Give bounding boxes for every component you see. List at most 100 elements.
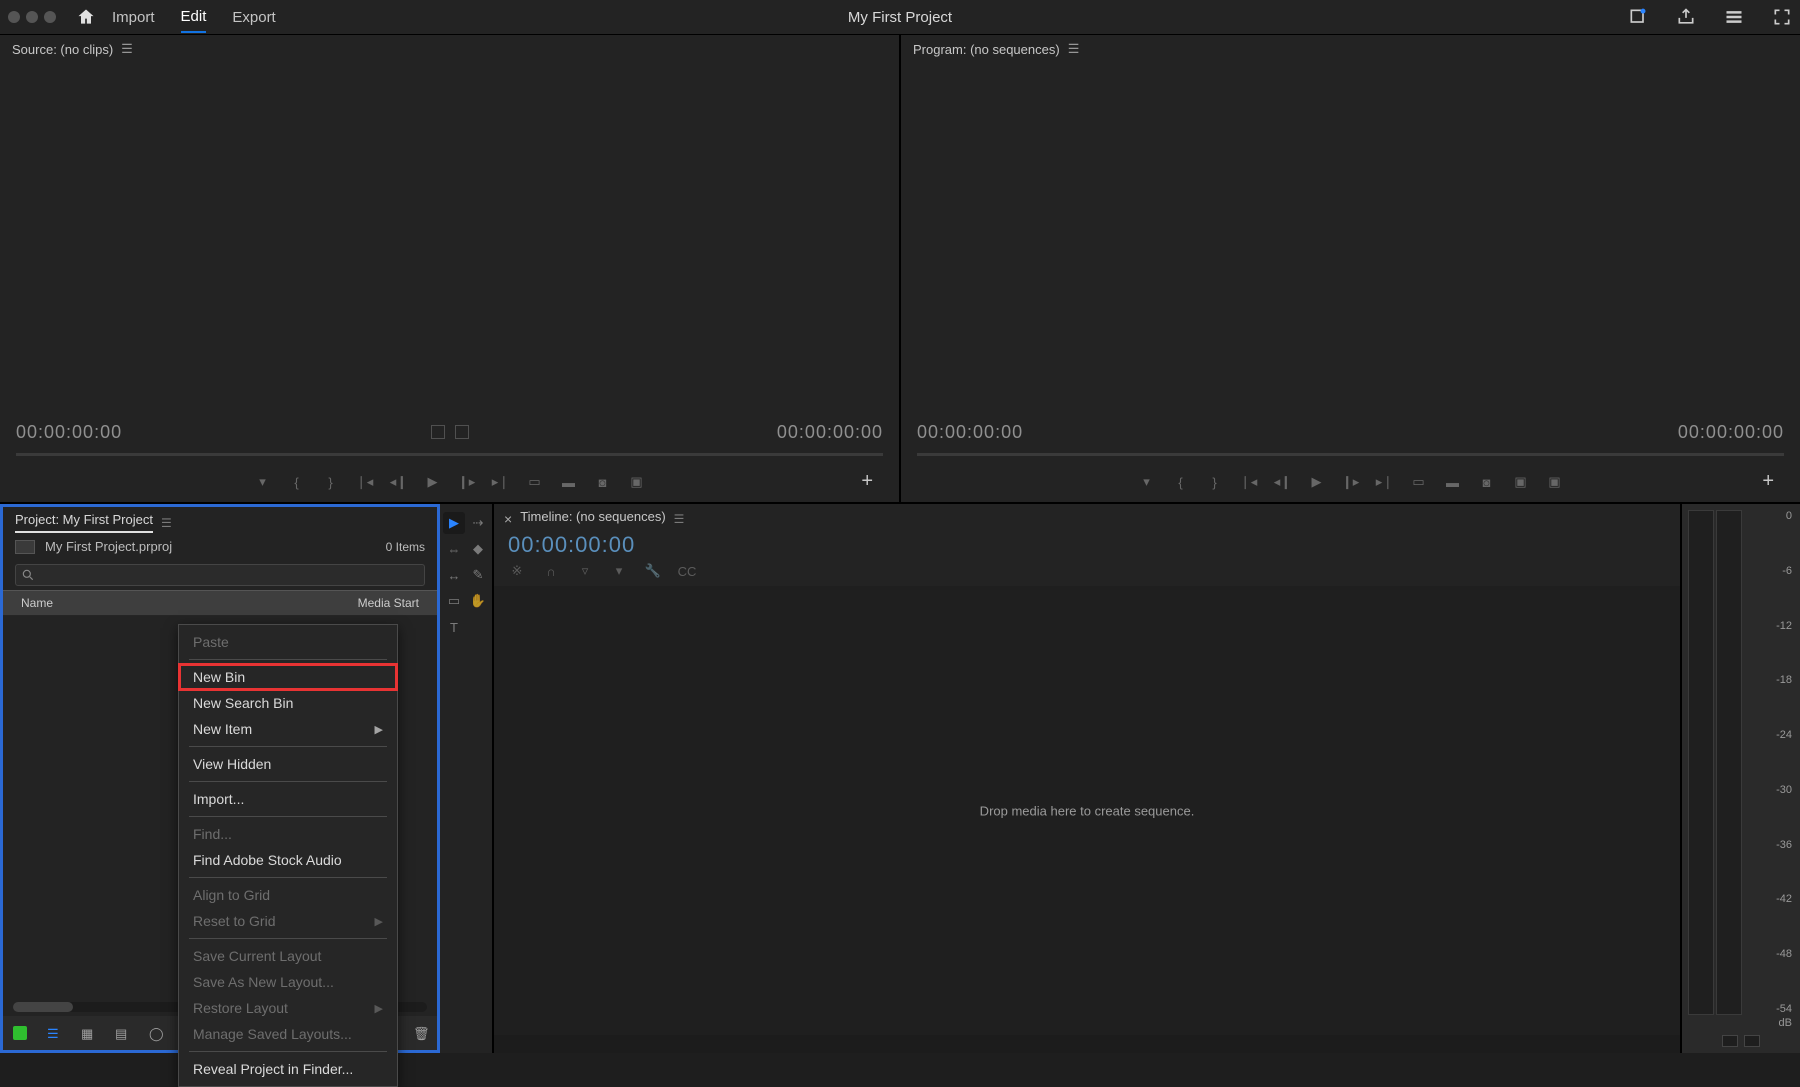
writable-icon[interactable] (13, 1026, 27, 1040)
go-out-icon[interactable]: ▸❘ (1377, 474, 1393, 490)
button-editor-icon[interactable]: + (861, 470, 873, 493)
program-preview (901, 61, 1800, 418)
items-count: 0 Items (386, 540, 425, 554)
add-marker-icon[interactable]: ▾ (255, 474, 271, 490)
play-icon[interactable]: ▶ (425, 474, 441, 490)
quick-export-icon[interactable] (1628, 7, 1648, 27)
linked-selection-icon[interactable]: ∩ (542, 562, 560, 580)
go-out-icon[interactable]: ▸❘ (493, 474, 509, 490)
rolling-edit-tool-icon[interactable]: ◆ (467, 538, 489, 560)
export-frame-icon[interactable]: ◙ (595, 474, 611, 490)
ripple-edit-tool-icon[interactable]: ⇔ (443, 538, 465, 560)
panel-menu-icon[interactable]: ☰ (121, 41, 133, 57)
pen-tool-icon[interactable]: ✎ (467, 564, 489, 586)
panel-menu-icon[interactable]: ☰ (674, 512, 685, 526)
step-fwd-icon[interactable]: ❙▸ (1343, 474, 1359, 490)
safe-margins-icon[interactable]: ▣ (629, 474, 645, 490)
timeline-tab[interactable]: Timeline: (no sequences) (520, 509, 665, 528)
extract-icon[interactable]: ▬ (1445, 474, 1461, 490)
project-file-icon (15, 540, 35, 554)
nav-export[interactable]: Export (232, 3, 275, 32)
zoom-window[interactable] (44, 11, 56, 23)
safe-margins-icon[interactable]: ▣ (1547, 474, 1563, 490)
col-name[interactable]: Name (21, 596, 53, 610)
mark-in-icon[interactable]: { (289, 474, 305, 490)
top-bar: Import Edit Export My First Project (0, 0, 1800, 34)
overwrite-icon[interactable]: ▬ (561, 474, 577, 490)
program-scrub[interactable] (917, 453, 1784, 456)
rectangle-tool-icon[interactable]: ▭ (443, 590, 465, 612)
chevron-right-icon: ▶ (375, 915, 383, 928)
window-traffic-lights (8, 11, 56, 23)
nav-edit[interactable]: Edit (181, 2, 207, 33)
selection-tool-icon[interactable]: ▶ (443, 512, 465, 534)
type-tool-icon[interactable]: T (443, 616, 465, 638)
menu-find-stock-audio[interactable]: Find Adobe Stock Audio (179, 847, 397, 873)
icon-view-icon[interactable]: ▦ (81, 1026, 95, 1040)
program-monitor: Program: (no sequences) ☰ 00:00:00:00 00… (901, 35, 1800, 502)
home-icon[interactable] (76, 7, 96, 27)
add-marker-icon[interactable]: ▾ (1139, 474, 1155, 490)
snap-icon[interactable]: ※ (508, 562, 526, 580)
source-scrub[interactable] (16, 453, 883, 456)
hand-tool-icon[interactable]: ✋ (467, 590, 489, 612)
mark-out-icon[interactable]: } (1207, 474, 1223, 490)
go-in-icon[interactable]: ❘◂ (1241, 474, 1257, 490)
timeline-timecode[interactable]: 00:00:00:00 (494, 528, 1680, 562)
export-frame-icon[interactable]: ◙ (1479, 474, 1495, 490)
timeline-body[interactable]: Drop media here to create sequence. (494, 586, 1680, 1035)
button-editor-icon[interactable]: + (1762, 470, 1774, 493)
list-view-icon[interactable]: ☰ (47, 1026, 61, 1040)
insert-icon[interactable]: ▭ (527, 474, 543, 490)
project-tab[interactable]: Project: My First Project (15, 512, 153, 533)
play-icon[interactable]: ▶ (1309, 474, 1325, 490)
share-icon[interactable] (1676, 7, 1696, 27)
step-back-icon[interactable]: ◂❙ (391, 474, 407, 490)
close-window[interactable] (8, 11, 20, 23)
zoom-slider-icon[interactable]: ◯ (149, 1026, 163, 1040)
menu-new-bin[interactable]: New Bin (179, 664, 397, 690)
menu-reveal-finder[interactable]: Reveal Project in Finder... (179, 1056, 397, 1082)
menu-view-hidden[interactable]: View Hidden (179, 751, 397, 777)
solo-left-icon[interactable] (1722, 1035, 1738, 1047)
freeform-view-icon[interactable]: ▤ (115, 1026, 129, 1040)
source-monitor: Source: (no clips) ☰ 00:00:00:00 00:00:0… (0, 35, 901, 502)
project-title: My First Project (848, 9, 952, 26)
step-back-icon[interactable]: ◂❙ (1275, 474, 1291, 490)
close-tab-icon[interactable]: × (504, 511, 512, 527)
resolution-icon[interactable] (455, 425, 469, 439)
timeline-marker-icon[interactable]: ▾ (610, 562, 628, 580)
lift-icon[interactable]: ▭ (1411, 474, 1427, 490)
menu-import[interactable]: Import... (179, 786, 397, 812)
panel-menu-icon[interactable]: ☰ (1068, 41, 1080, 57)
project-file-name: My First Project.prproj (45, 539, 172, 554)
menu-new-search-bin[interactable]: New Search Bin (179, 690, 397, 716)
panel-menu-icon[interactable]: ☰ (161, 516, 172, 530)
mark-out-icon[interactable]: } (323, 474, 339, 490)
fit-icon[interactable] (431, 425, 445, 439)
nav-import[interactable]: Import (112, 3, 155, 32)
track-select-tool-icon[interactable]: ⇢ (467, 512, 489, 534)
audio-meter-panel: 0-6-12-18-24-30-36-42-48-54 dB (1680, 504, 1800, 1053)
solo-right-icon[interactable] (1744, 1035, 1760, 1047)
project-search-input[interactable] (15, 564, 425, 586)
comparison-view-icon[interactable]: ▣ (1513, 474, 1529, 490)
workspace-nav: Import Edit Export (112, 2, 276, 33)
settings-wrench-icon[interactable]: 🔧 (644, 562, 662, 580)
source-preview (0, 61, 899, 418)
minimize-window[interactable] (26, 11, 38, 23)
captions-icon[interactable]: CC (678, 562, 696, 580)
meter-db-label: dB (1779, 1017, 1792, 1029)
step-fwd-icon[interactable]: ❙▸ (459, 474, 475, 490)
mark-in-icon[interactable]: { (1173, 474, 1189, 490)
workspaces-icon[interactable] (1724, 7, 1744, 27)
add-marker-icon[interactable]: ▿ (576, 562, 594, 580)
menu-new-item[interactable]: New Item▶ (179, 716, 397, 742)
go-in-icon[interactable]: ❘◂ (357, 474, 373, 490)
trash-icon[interactable]: 🗑 (413, 1026, 427, 1040)
fullscreen-icon[interactable] (1772, 7, 1792, 27)
timeline-toggles: ※ ∩ ▿ ▾ 🔧 CC (494, 562, 1680, 586)
col-media-start[interactable]: Media Start (358, 596, 419, 610)
slip-tool-icon[interactable]: ↔ (443, 564, 465, 586)
search-icon (21, 568, 35, 582)
